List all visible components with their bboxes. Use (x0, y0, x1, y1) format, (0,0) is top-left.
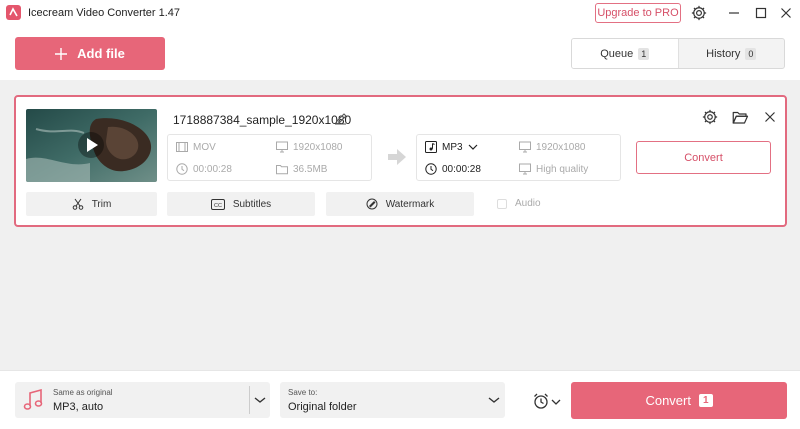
tab-queue-label: Queue (600, 47, 634, 60)
output-profile-dropdown[interactable]: Same as original MP3, auto (15, 382, 270, 418)
source-format: MOV (176, 140, 216, 154)
output-format-select[interactable]: MP3 (425, 140, 478, 154)
convert-all-button[interactable]: Convert 1 (571, 382, 787, 419)
history-count-badge: 0 (745, 47, 757, 60)
watermark-button[interactable]: Watermark (326, 192, 474, 216)
tab-history-label: History (706, 47, 741, 60)
pencil-icon[interactable] (334, 112, 348, 126)
add-file-button[interactable]: Add file (15, 37, 165, 70)
queue-count-badge: 1 (638, 47, 650, 60)
save-to-label: Save to: (288, 388, 318, 397)
output-quality: High quality (519, 162, 588, 176)
maximize-icon[interactable] (752, 4, 770, 22)
tab-history[interactable]: History 0 (679, 39, 785, 68)
output-info-box: MP3 1920x1080 00:00:28 High quality (416, 134, 621, 181)
upgrade-button[interactable]: Upgrade to PRO (595, 3, 681, 23)
file-name: 1718887384_sample_1920x1080 (173, 113, 352, 127)
monitor-icon (276, 141, 288, 153)
footer-bar: Same as original MP3, auto Save to: Orig… (0, 370, 800, 429)
toolbar: Add file Queue 1 History 0 (0, 28, 800, 80)
profile-value: MP3, auto (53, 401, 104, 413)
file-card: 1718887384_sample_1920x1080 MOV 1920x108… (14, 95, 787, 227)
add-file-label: Add file (77, 46, 125, 61)
music-note-icon (23, 389, 43, 410)
gear-icon[interactable] (690, 4, 708, 22)
output-resolution: 1920x1080 (519, 140, 586, 154)
audio-checkbox[interactable] (497, 198, 507, 209)
convert-file-button[interactable]: Convert (636, 141, 771, 174)
trim-button[interactable]: Trim (26, 192, 157, 216)
remove-file-icon[interactable] (761, 108, 779, 126)
settings-gear-icon[interactable] (701, 108, 719, 126)
audio-option[interactable]: Audio (497, 198, 541, 209)
chevron-down-icon[interactable] (488, 395, 500, 405)
tab-queue[interactable]: Queue 1 (572, 39, 679, 68)
clock-icon (425, 163, 437, 175)
arrow-right-icon (388, 149, 406, 165)
music-note-icon (425, 141, 437, 153)
title-bar: Icecream Video Converter 1.47 Upgrade to… (0, 0, 800, 28)
quality-icon (519, 163, 531, 175)
window-title: Icecream Video Converter 1.47 (28, 7, 181, 19)
minimize-icon[interactable] (725, 4, 743, 22)
alarm-clock-icon (534, 393, 561, 409)
source-resolution: 1920x1080 (276, 140, 343, 154)
schedule-button[interactable] (532, 392, 562, 410)
profile-label: Same as original (53, 388, 113, 397)
plus-icon (55, 47, 68, 60)
subtitles-button[interactable]: CC Subtitles (167, 192, 315, 216)
film-icon (176, 142, 188, 152)
save-to-value: Original folder (288, 401, 357, 413)
folder-open-icon[interactable] (731, 108, 749, 126)
convert-count-badge: 1 (698, 394, 713, 407)
folder-icon (276, 165, 288, 175)
app-logo-icon (6, 5, 21, 20)
cc-icon: CC (210, 198, 225, 210)
clock-icon (176, 163, 188, 175)
svg-text:CC: CC (214, 202, 222, 208)
scissors-icon (72, 198, 83, 210)
queue-history-tabs: Queue 1 History 0 (571, 38, 785, 69)
monitor-icon (519, 141, 531, 153)
audio-label: Audio (515, 198, 541, 209)
source-duration: 00:00:28 (176, 162, 232, 176)
video-thumbnail[interactable] (26, 109, 157, 182)
chevron-down-icon (468, 144, 477, 150)
source-info-box: MOV 1920x1080 00:00:28 36.5MB (167, 134, 372, 181)
chevron-down-icon[interactable] (254, 395, 266, 405)
output-duration: 00:00:28 (425, 162, 481, 176)
source-size: 36.5MB (276, 162, 327, 176)
close-icon[interactable] (777, 4, 795, 22)
convert-all-label: Convert (645, 393, 691, 408)
save-to-dropdown[interactable]: Save to: Original folder (280, 382, 505, 418)
watermark-icon (366, 198, 378, 210)
